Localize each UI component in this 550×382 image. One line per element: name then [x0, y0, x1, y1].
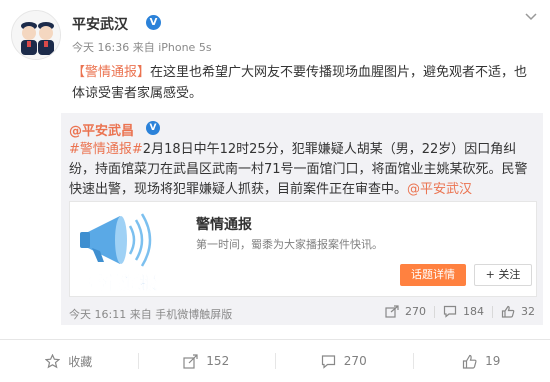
- topic-detail-button[interactable]: 话题详情: [400, 264, 466, 286]
- chevron-down-icon[interactable]: [524, 11, 538, 23]
- topic-thumbnail: 警情通报: [70, 202, 176, 296]
- retweet-like-count: 32: [521, 305, 535, 318]
- collect-label: 收藏: [68, 354, 93, 369]
- retweet-comment[interactable]: 184: [443, 305, 484, 318]
- weibo-card: 平安武汉 V 今天 16:36 来自 iPhone 5s 【警情通报】在这里也希…: [0, 0, 550, 382]
- post-meta: 今天 16:36 来自 iPhone 5s: [72, 41, 212, 54]
- retweet-comment-count: 184: [463, 305, 484, 318]
- thumb-caption: 警情通报: [88, 273, 157, 294]
- mention-link[interactable]: @平安武汉: [407, 182, 472, 197]
- retweet-share-count: 270: [405, 305, 426, 318]
- thumbs-up-icon: [463, 354, 477, 369]
- collect-button[interactable]: 收藏: [0, 340, 138, 382]
- retweet-share[interactable]: 270: [385, 305, 426, 318]
- share-icon: [385, 305, 399, 318]
- share-count: 152: [206, 354, 230, 368]
- retweet-stats: 270 184 32: [377, 305, 535, 318]
- avatar[interactable]: [11, 10, 61, 60]
- share-icon: [183, 353, 198, 369]
- action-bar: 收藏 152 270 19: [0, 340, 550, 382]
- topic-title[interactable]: 警情通报: [196, 214, 252, 234]
- retweet-text: #警情通报#2月18日中午12时25分，犯罪嫌疑人胡某（男，22岁）因口角纠纷，…: [69, 140, 539, 200]
- comment-icon: [321, 354, 335, 369]
- police-avatar-icon: [12, 11, 60, 59]
- star-icon: [45, 353, 61, 368]
- post-tag[interactable]: 【警情通报】: [72, 65, 150, 80]
- post-author[interactable]: 平安武汉: [72, 14, 128, 34]
- thumbs-up-icon: [501, 305, 515, 318]
- retweet-like[interactable]: 32: [501, 305, 535, 318]
- share-button[interactable]: 152: [137, 340, 276, 382]
- topic-desc: 第一时间，蜀黍为大家播报案件快讯。: [196, 238, 383, 251]
- verified-icon: V: [146, 121, 160, 135]
- comment-icon: [443, 305, 457, 318]
- retweet-meta: 今天 16:11 来自 手机微博触屏版: [69, 308, 233, 321]
- megaphone-icon: 警情通报: [70, 202, 176, 296]
- verified-icon: V: [146, 15, 161, 30]
- retweet-block: @平安武昌 V #警情通报#2月18日中午12时25分，犯罪嫌疑人胡某（男，22…: [61, 113, 543, 325]
- post-text: 【警情通报】在这里也希望广大网友不要传播现场血腥图片，避免观者不适，也体谅受害者…: [72, 62, 532, 104]
- comment-button[interactable]: 270: [275, 340, 413, 382]
- hashtag-link[interactable]: #警情通报#: [69, 142, 143, 157]
- retweet-author[interactable]: @平安武昌: [69, 120, 134, 139]
- topic-card[interactable]: 警情通报 警情通报 第一时间，蜀黍为大家播报案件快讯。 话题详情 + 关注: [69, 201, 537, 297]
- like-count: 19: [485, 354, 501, 368]
- follow-button[interactable]: + 关注: [474, 264, 532, 286]
- like-button[interactable]: 19: [412, 340, 550, 382]
- comment-count: 270: [343, 354, 367, 368]
